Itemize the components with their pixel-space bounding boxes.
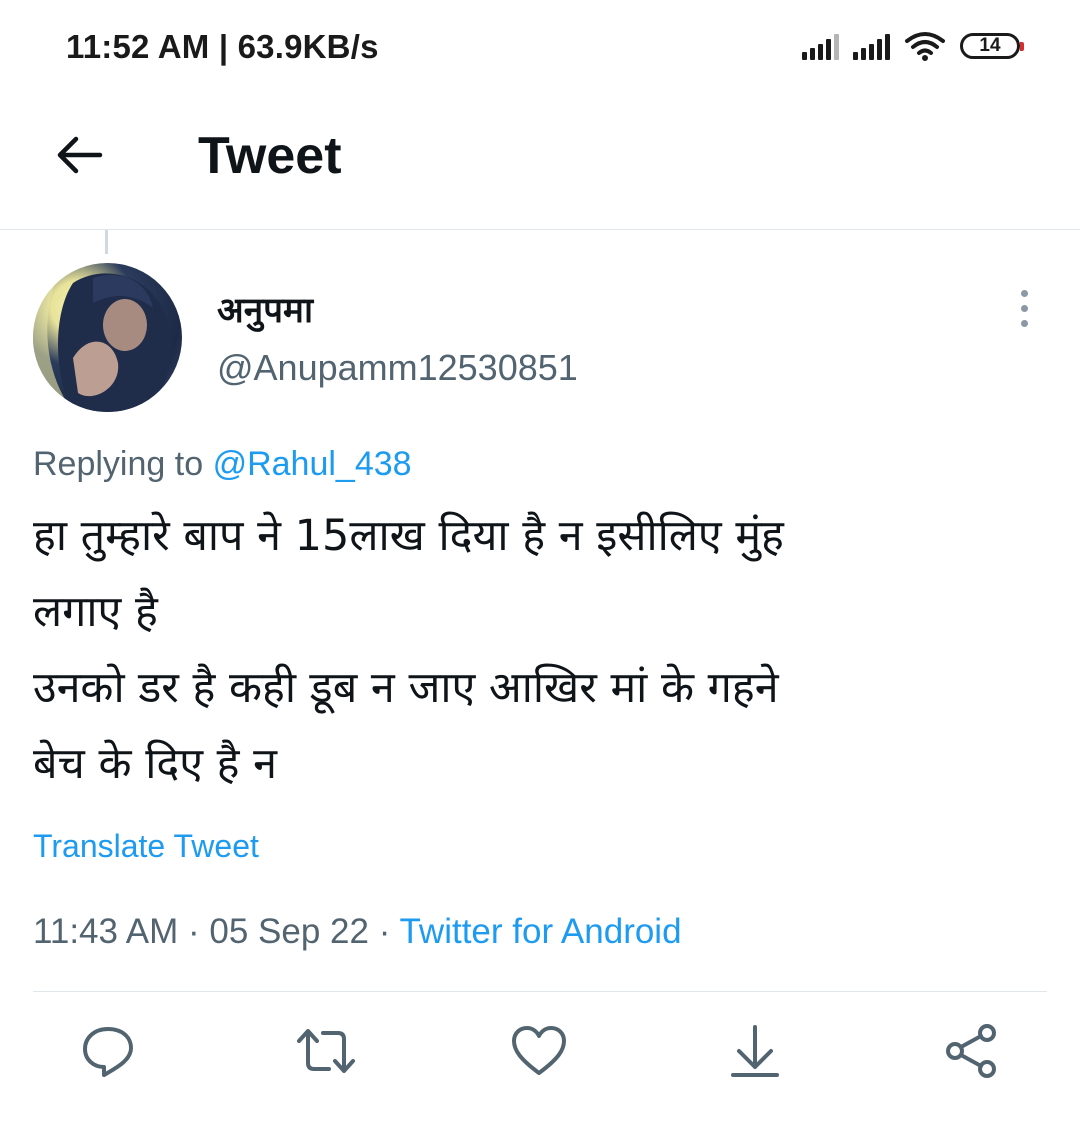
wifi-icon <box>905 32 945 61</box>
status-icons: 14 <box>802 30 1024 62</box>
meta-divider <box>33 991 1047 992</box>
tweet-meta: 11:43 AM · 05 Sep 22 · Twitter for Andro… <box>33 912 682 952</box>
more-dot <box>1020 289 1028 297</box>
tweet-text: हा तुम्हारे बाप ने 15लाख दिया है न इसीलि… <box>33 511 784 789</box>
more-dot <box>1020 319 1028 327</box>
battery-icon: 14 <box>960 33 1024 59</box>
retweet-button[interactable] <box>291 1016 361 1086</box>
meta-separator: · <box>378 912 391 951</box>
more-options-button[interactable] <box>1004 288 1044 328</box>
user-handle[interactable]: @Anupamm12530851 <box>217 347 578 389</box>
meta-separator: · <box>188 912 200 951</box>
translate-tweet-link[interactable]: Translate Tweet <box>33 828 259 865</box>
reply-icon <box>83 1027 133 1077</box>
avatar[interactable] <box>33 263 182 412</box>
signal-icon <box>802 32 839 60</box>
signal-icon <box>853 32 890 60</box>
like-button[interactable] <box>504 1016 574 1086</box>
display-name[interactable]: अनुपमा <box>217 286 313 333</box>
download-icon <box>731 1025 779 1077</box>
replying-to: Replying to @Rahul_438 <box>33 445 412 484</box>
reply-mention-link[interactable]: @Rahul_438 <box>213 445 412 483</box>
tweet-time: 11:43 AM <box>33 912 179 951</box>
share-icon <box>946 1024 996 1078</box>
back-button[interactable] <box>44 120 114 190</box>
battery-level: 14 <box>979 35 1001 56</box>
share-button[interactable] <box>936 1016 1006 1086</box>
avatar-photo <box>33 263 172 412</box>
status-time: 11:52 AM | 63.9KB/s <box>66 28 379 65</box>
like-icon <box>512 1026 566 1075</box>
page-title: Tweet <box>198 127 342 185</box>
back-arrow-icon <box>57 136 103 174</box>
thread-line <box>105 230 108 254</box>
more-dot <box>1020 304 1028 312</box>
retweet-icon <box>297 1029 355 1073</box>
download-button[interactable] <box>720 1016 790 1086</box>
replying-label: Replying to <box>33 445 204 483</box>
tweet-date: 05 Sep 22 <box>209 912 369 951</box>
header-divider <box>0 229 1080 230</box>
tweet-source-link[interactable]: Twitter for Android <box>399 912 681 951</box>
action-bar <box>0 1016 1080 1096</box>
reply-button[interactable] <box>73 1016 143 1086</box>
